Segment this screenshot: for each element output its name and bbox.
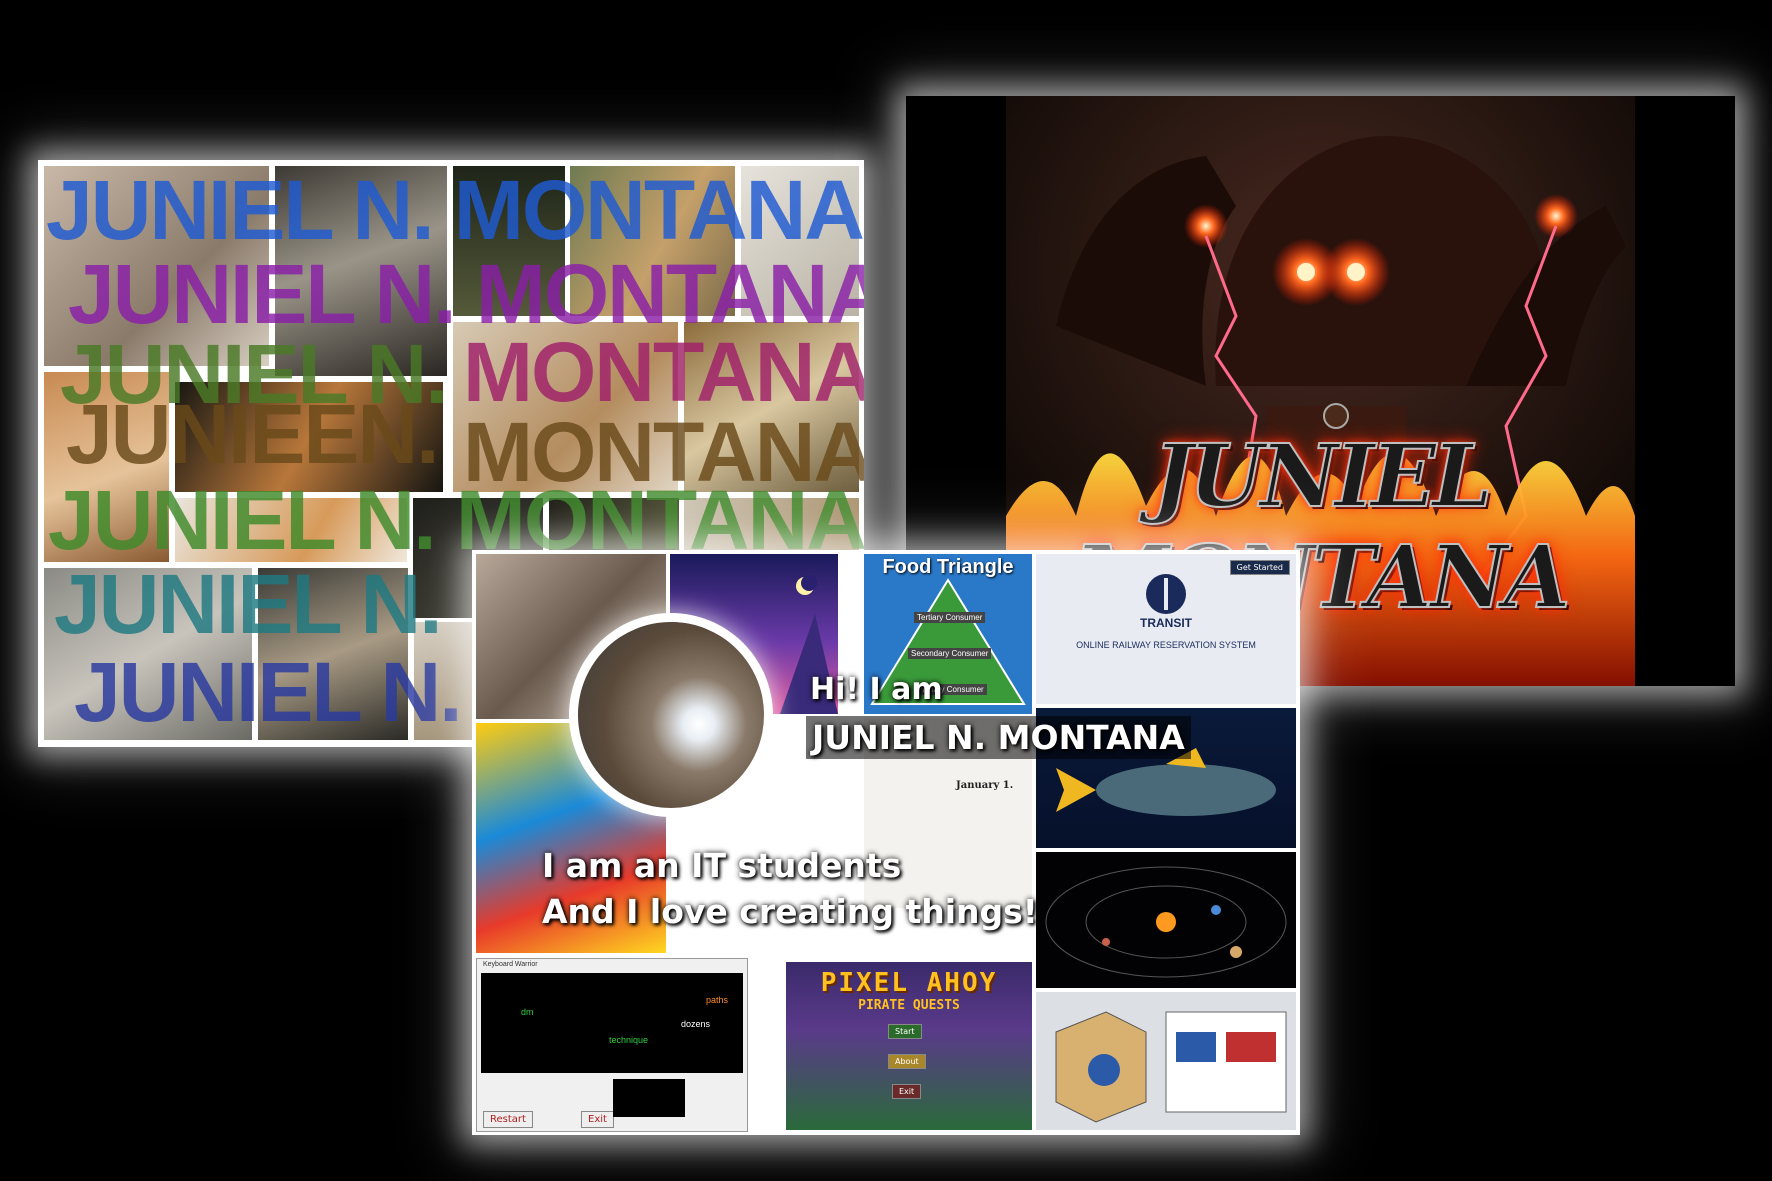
greeting-line-1: Hi! I am: [810, 672, 943, 707]
greeting-name: JUNIEL N. MONTANA: [806, 716, 1191, 759]
keyboard-game-board: paths dm dozens technique: [481, 973, 743, 1073]
box-icon: [1055, 1011, 1287, 1123]
food-level: Tertiary Consumer: [914, 612, 986, 623]
falling-word: dm: [521, 1007, 534, 1017]
intro-line-1: I am an IT students: [542, 846, 902, 885]
profile-photo: [578, 622, 764, 808]
exit-button[interactable]: Exit: [581, 1111, 614, 1128]
exit-button[interactable]: Exit: [892, 1084, 922, 1099]
keyboard-game-tile: Keyboard Warrior paths dm dozens techniq…: [476, 958, 748, 1132]
solar-system-icon: [1045, 866, 1287, 978]
solar-system-tile: [1036, 852, 1296, 988]
falling-word: paths: [706, 995, 729, 1005]
pixel-ahoy-title: PIXEL AHOY: [820, 968, 998, 998]
restart-button[interactable]: Restart: [483, 1111, 533, 1128]
collage-name-line: JUNIEEN.: [66, 387, 439, 481]
keyboard-game-title: Keyboard Warrior: [483, 961, 538, 968]
falling-word: dozens: [681, 1019, 711, 1029]
collage-name-line: MONTANA: [463, 405, 864, 499]
collage-name-line: JUNIEL N. MONTANA: [68, 247, 864, 341]
transit-logo-text: TRANSIT: [1140, 616, 1192, 630]
collage-name-line: JUNIEL N.: [74, 645, 463, 739]
pixel-ahoy-subtitle: PIRATE QUESTS: [858, 998, 960, 1013]
food-level: Secondary Consumer: [908, 648, 992, 659]
falling-word: technique: [609, 1035, 649, 1045]
collage-name-line: JUNIEL N.: [54, 557, 443, 651]
collage-name-line: MONTANA: [463, 325, 864, 419]
portfolio-collage: Food Triangle Tertiary Consumer Secondar…: [472, 550, 1300, 1135]
intro-line-2: And I love creating things!: [542, 892, 1038, 931]
transit-tile: Get Started TRANSIT ONLINE RAILWAY RESER…: [1036, 554, 1296, 704]
pixel-ahoy-tile: PIXEL AHOY PIRATE QUESTS Start About Exi…: [786, 962, 1032, 1130]
collage-name-line: JUNIEL N. MONTANA: [46, 163, 864, 257]
transit-subtitle: ONLINE RAILWAY RESERVATION SYSTEM: [1076, 640, 1256, 650]
about-button[interactable]: About: [888, 1054, 926, 1069]
box-design-tile: [1036, 992, 1296, 1130]
newsletter-date: January 1.: [956, 780, 1014, 791]
stats-panel: [613, 1079, 685, 1117]
start-button[interactable]: Start: [888, 1024, 922, 1039]
